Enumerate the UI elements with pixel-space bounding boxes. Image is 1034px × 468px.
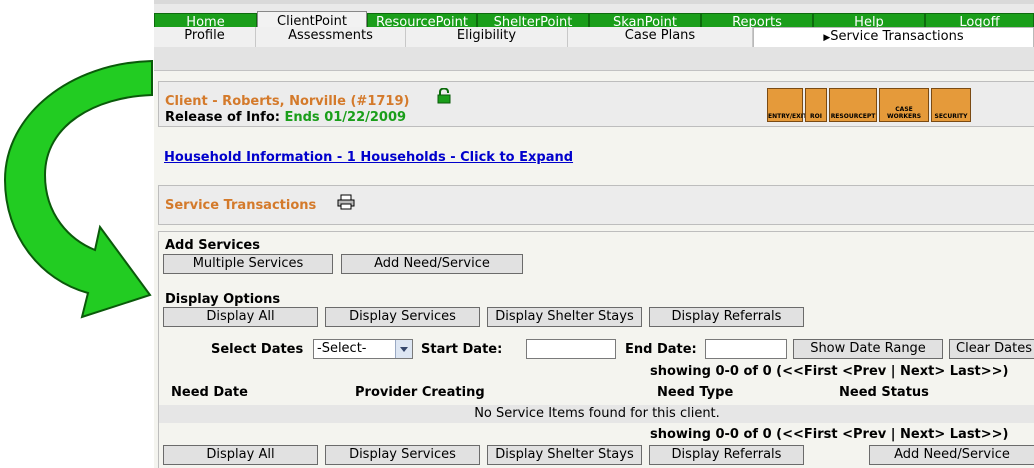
client-name: Client - Roberts, Norville (#1719) (165, 94, 410, 109)
display-options-label: Display Options (165, 292, 281, 307)
security-label: SECURITY (934, 113, 968, 120)
select-dates-dropdown[interactable]: -Select- (313, 339, 413, 359)
add-need-service-button[interactable]: Add Need/Service (341, 254, 523, 274)
subtab-profile[interactable]: Profile (154, 27, 256, 47)
subtab-service-transactions-label: Service Transactions (830, 29, 964, 44)
table-row: No Service Items found for this client. (159, 405, 1034, 423)
add-services-label: Add Services (165, 238, 260, 253)
select-dates-value: -Select- (317, 341, 367, 356)
entry-exit-label: ENTRY/EXIT (768, 113, 808, 120)
subtab-service-transactions[interactable]: ▶Service Transactions (753, 27, 1034, 47)
chevron-down-icon (395, 340, 412, 358)
multiple-services-button[interactable]: Multiple Services (163, 254, 333, 274)
household-expand-link[interactable]: Household Information - 1 Households - C… (164, 150, 573, 165)
top-nav: Home ClientPoint ResourcePoint ShelterPo… (154, 0, 1034, 31)
section-title: Service Transactions (165, 198, 317, 213)
roi-value: Ends 01/22/2009 (284, 110, 407, 125)
curved-arrow-annotation (3, 59, 153, 319)
application-window: Home ClientPoint ResourcePoint ShelterPo… (154, 0, 1034, 468)
show-date-range-button[interactable]: Show Date Range (793, 339, 943, 359)
end-date-input[interactable] (705, 339, 787, 359)
case-workers-label: CASE WORKERS (886, 106, 922, 120)
display-all-button-bottom[interactable]: Display All (163, 445, 318, 465)
roi-label-icon: ROI (810, 113, 822, 120)
service-panel: Add Services Multiple Services Add Need/… (158, 231, 1034, 468)
add-need-service-button-bottom[interactable]: Add Need/Service (869, 445, 1034, 465)
security-icon[interactable]: SECURITY (931, 88, 971, 122)
display-services-button-bottom[interactable]: Display Services (325, 445, 480, 465)
display-referrals-button[interactable]: Display Referrals (649, 307, 804, 327)
start-date-label: Start Date: (421, 342, 503, 357)
pagination-bottom[interactable]: showing 0-0 of 0 (<<First <Prev | Next> … (650, 427, 1009, 442)
column-need-type: Need Type (657, 385, 734, 400)
client-header: Client - Roberts, Norville (#1719) Relea… (158, 81, 1034, 127)
display-shelter-stays-button-bottom[interactable]: Display Shelter Stays (487, 445, 642, 465)
select-dates-label: Select Dates (211, 342, 304, 357)
clear-dates-button[interactable]: Clear Dates (949, 339, 1034, 359)
sub-nav: Profile Assessments Eligibility Case Pla… (154, 27, 1034, 48)
subtab-eligibility[interactable]: Eligibility (406, 27, 568, 47)
sub-nav-underline (154, 47, 1034, 71)
display-referrals-button-bottom[interactable]: Display Referrals (649, 445, 804, 465)
open-padlock-icon[interactable] (437, 88, 451, 104)
pagination-top[interactable]: showing 0-0 of 0 (<<First <Prev | Next> … (650, 364, 1009, 379)
subtab-case-plans[interactable]: Case Plans (568, 27, 753, 47)
empty-message: No Service Items found for this client. (474, 406, 720, 421)
start-date-input[interactable] (526, 339, 616, 359)
entry-exit-icon[interactable]: ENTRY/EXIT (767, 88, 808, 122)
release-of-info: Release of Info: Ends 01/22/2009 (165, 110, 406, 125)
column-need-date: Need Date (171, 385, 248, 400)
resourcept-label: RESOURCEPT (830, 113, 876, 120)
subtab-assessments[interactable]: Assessments (256, 27, 406, 47)
display-shelter-stays-button[interactable]: Display Shelter Stays (487, 307, 642, 327)
column-need-status: Need Status (839, 385, 929, 400)
display-services-button[interactable]: Display Services (325, 307, 480, 327)
column-provider-creating: Provider Creating (355, 385, 485, 400)
display-all-button[interactable]: Display All (163, 307, 318, 327)
case-workers-icon[interactable]: CASE WORKERS (879, 88, 929, 122)
resourcept-icon[interactable]: RESOURCEPT (829, 88, 877, 122)
roi-label: Release of Info: (165, 110, 280, 125)
roi-icon[interactable]: ROI (805, 88, 827, 122)
service-transactions-header: Service Transactions (158, 185, 1034, 225)
printer-icon[interactable] (337, 194, 355, 210)
end-date-label: End Date: (625, 342, 697, 357)
